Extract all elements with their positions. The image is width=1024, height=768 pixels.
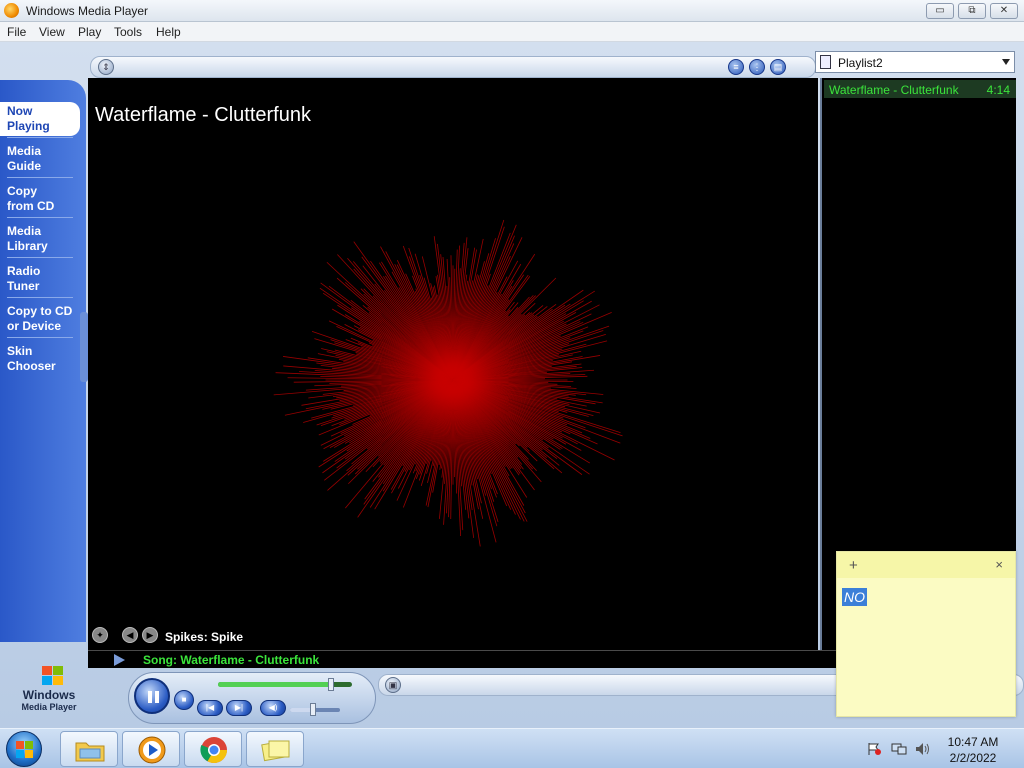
nav-copy-to-cd[interactable]: Copy to CD or Device bbox=[7, 304, 77, 334]
nav-label-line2: Tuner bbox=[7, 279, 40, 293]
nav-label-line2: or Device bbox=[7, 319, 62, 333]
visualization-area[interactable]: Waterflame - Clutterfunk ✦ ◀ ▶ Spikes: S… bbox=[88, 78, 818, 650]
nav-media-guide[interactable]: Media Guide bbox=[7, 144, 77, 174]
menu-view[interactable]: View bbox=[39, 25, 65, 39]
maximize-button[interactable]: ⧉ bbox=[958, 3, 986, 19]
chrome-icon bbox=[200, 737, 228, 764]
menu-play[interactable]: Play bbox=[78, 25, 101, 39]
file-explorer-taskbar-button[interactable] bbox=[60, 731, 118, 767]
nav-divider bbox=[7, 177, 73, 178]
previous-track-button[interactable]: |◀ bbox=[197, 700, 223, 716]
nav-label-line2: Library bbox=[7, 239, 48, 253]
nav-label-line2: Chooser bbox=[7, 359, 56, 373]
volume-slider[interactable] bbox=[290, 703, 340, 716]
volume-icon[interactable] bbox=[915, 742, 931, 756]
visualization-options-icon[interactable]: ✦ bbox=[92, 627, 108, 643]
text-cursor-icon bbox=[807, 585, 813, 601]
sticky-note-header: + × bbox=[837, 552, 1015, 578]
playlist-item-duration: 4:14 bbox=[986, 83, 1010, 97]
clock-time[interactable]: 10:47 AM bbox=[938, 735, 1008, 749]
logo-text-windows: Windows bbox=[22, 688, 76, 702]
next-track-button[interactable]: ▶| bbox=[226, 700, 252, 716]
sticky-notes-taskbar-button[interactable] bbox=[246, 731, 304, 767]
network-icon[interactable] bbox=[891, 742, 907, 756]
window-title: Windows Media Player bbox=[26, 4, 149, 18]
nav-label-line1: Radio bbox=[7, 264, 41, 278]
menu-bar: File View Play Tools Help bbox=[0, 22, 1024, 42]
seek-thumb[interactable] bbox=[327, 678, 334, 691]
volume-thumb[interactable] bbox=[309, 703, 316, 716]
nav-divider bbox=[7, 217, 73, 218]
menu-help[interactable]: Help bbox=[156, 25, 181, 39]
nav-label-line1: Skin bbox=[7, 344, 33, 358]
clock-date[interactable]: 2/2/2022 bbox=[938, 751, 1008, 765]
nav-label-line1: Copy to CD bbox=[7, 304, 73, 318]
equalizer-icon[interactable]: ⋮ bbox=[749, 59, 765, 75]
sticky-note[interactable]: + × NO bbox=[836, 551, 1016, 717]
nav-radio-tuner[interactable]: Radio Tuner bbox=[7, 264, 77, 294]
minimize-button[interactable]: ▭ bbox=[926, 3, 954, 19]
nav-skin-chooser[interactable]: Skin Chooser bbox=[7, 344, 77, 374]
menu-tools[interactable]: Tools bbox=[114, 25, 142, 39]
top-toolbar-strip: ⇕ ≡ ⋮ ▤ bbox=[90, 56, 816, 78]
next-visualization-icon[interactable]: ▶ bbox=[142, 627, 158, 643]
nav-label-line2: Guide bbox=[7, 159, 42, 173]
nav-panel: Now Playing Media Guide Copy from CD Med… bbox=[0, 80, 86, 642]
nav-label-line2: from CD bbox=[7, 199, 55, 213]
nav-label-line1: Media bbox=[7, 224, 42, 238]
stop-button[interactable]: ■ bbox=[174, 690, 194, 710]
close-note-button[interactable]: × bbox=[995, 557, 1003, 572]
playlist-item[interactable]: Waterflame - Clutterfunk 4:14 bbox=[824, 80, 1016, 98]
compact-mode-icon[interactable]: ▣ bbox=[385, 677, 401, 693]
media-player-taskbar-button[interactable] bbox=[122, 731, 180, 767]
sticky-notes-icon bbox=[261, 740, 290, 762]
nav-label-line1: Now bbox=[7, 104, 33, 118]
title-bar: Windows Media Player ▭ ⧉ ✕ bbox=[0, 0, 1024, 22]
spike-visualization bbox=[273, 219, 623, 547]
chevron-down-icon bbox=[1002, 59, 1010, 65]
close-button[interactable]: ✕ bbox=[990, 3, 1018, 19]
nav-label-line1: Copy bbox=[7, 184, 37, 198]
nav-copy-from-cd[interactable]: Copy from CD bbox=[7, 184, 77, 214]
visualization-icon[interactable]: ≡ bbox=[728, 59, 744, 75]
nav-collapse-handle[interactable] bbox=[80, 312, 88, 382]
chrome-taskbar-button[interactable] bbox=[184, 731, 242, 767]
media-player-app-icon bbox=[4, 3, 19, 18]
seek-bar[interactable] bbox=[218, 678, 352, 691]
media-player-icon bbox=[138, 736, 166, 764]
previous-visualization-icon[interactable]: ◀ bbox=[122, 627, 138, 643]
nav-label-line2: Playing bbox=[7, 119, 50, 133]
menu-file[interactable]: File bbox=[7, 25, 26, 39]
seek-progress bbox=[218, 682, 331, 687]
pause-button[interactable] bbox=[134, 678, 170, 714]
nav-now-playing[interactable]: Now Playing bbox=[0, 102, 80, 136]
playlist-dropdown[interactable]: Playlist2 bbox=[815, 51, 1015, 73]
nav-divider bbox=[7, 137, 73, 138]
sticky-note-text[interactable]: NO bbox=[842, 588, 867, 606]
nav-label-line1: Media bbox=[7, 144, 42, 158]
start-button[interactable] bbox=[6, 731, 42, 767]
nav-divider bbox=[7, 337, 73, 338]
nav-divider bbox=[7, 257, 73, 258]
taskbar: 10:47 AM 2/2/2022 bbox=[0, 728, 1024, 768]
playlist-name: Playlist2 bbox=[838, 56, 883, 70]
playlist-toggle-icon[interactable]: ▤ bbox=[770, 59, 786, 75]
add-note-button[interactable]: + bbox=[849, 557, 858, 574]
logo-text-media-player: Media Player bbox=[21, 702, 77, 712]
windows-flag-icon bbox=[42, 666, 64, 686]
folder-icon bbox=[75, 742, 105, 762]
playlist-item-title: Waterflame - Clutterfunk bbox=[829, 83, 959, 97]
nav-divider bbox=[7, 297, 73, 298]
collapse-arrows-icon[interactable]: ⇕ bbox=[98, 59, 114, 75]
nav-media-library[interactable]: Media Library bbox=[7, 224, 77, 254]
action-center-flag-icon[interactable] bbox=[866, 742, 882, 756]
playlist-icon bbox=[820, 55, 831, 69]
mute-button[interactable]: ◀) bbox=[260, 700, 286, 716]
